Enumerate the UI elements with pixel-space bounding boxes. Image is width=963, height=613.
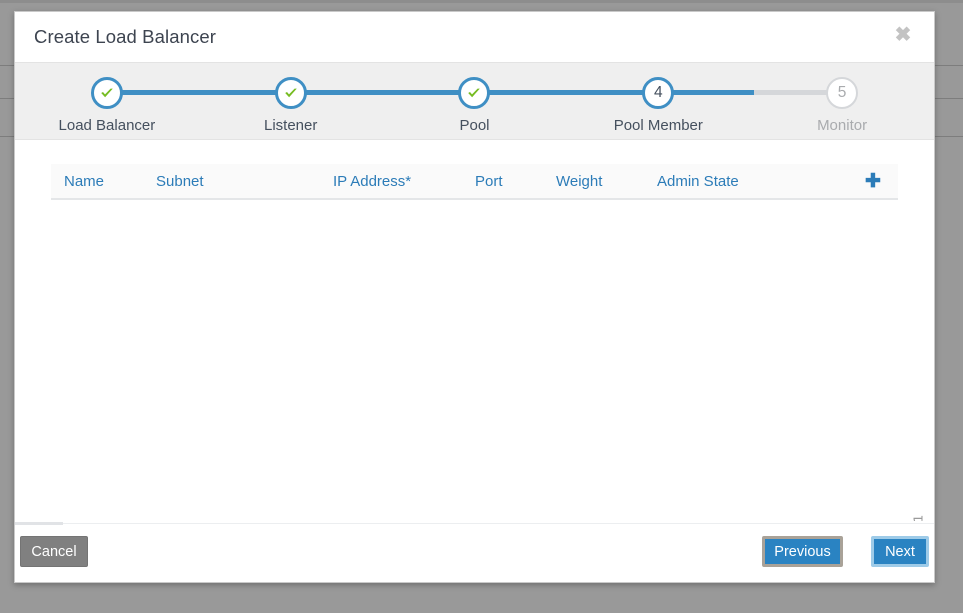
step-status-complete-icon	[274, 77, 307, 109]
wizard-step-label: Pool Member	[613, 117, 703, 134]
create-load-balancer-modal: Create Load Balancer ✖ Load Balancer Lis…	[14, 11, 935, 583]
column-header-weight[interactable]: Weight	[556, 173, 657, 190]
table-header-row: Name Subnet IP Address* Port Weight Admi…	[51, 164, 898, 200]
previous-button[interactable]: Previous	[762, 536, 843, 567]
column-header-admin-state[interactable]: Admin State	[657, 173, 807, 190]
check-icon	[468, 88, 481, 98]
wizard-step-bar: Load Balancer Listener Pool 4 Pool Membe…	[15, 62, 934, 140]
wizard-step-label: Monitor	[817, 117, 868, 134]
table-body	[51, 200, 898, 210]
check-icon	[101, 88, 113, 98]
column-header-port[interactable]: Port	[475, 173, 556, 190]
wizard-step-label: Load Balancer	[58, 117, 156, 134]
pool-member-table: Name Subnet IP Address* Port Weight Admi…	[51, 164, 898, 210]
column-header-subnet[interactable]: Subnet	[156, 173, 333, 190]
modal-body: Name Subnet IP Address* Port Weight Admi…	[15, 140, 934, 523]
wizard-steps: Load Balancer Listener Pool 4 Pool Membe…	[15, 63, 934, 141]
step-status-complete-icon	[458, 77, 491, 109]
add-row-plus-icon[interactable]: ✚	[807, 172, 898, 191]
wizard-step-monitor[interactable]: 5 Monitor	[750, 63, 934, 141]
wizard-step-label: Listener	[264, 117, 318, 134]
wizard-step-label: Pool	[459, 117, 490, 134]
wizard-step-load-balancer[interactable]: Load Balancer	[15, 63, 291, 141]
watermark-label: s007011	[911, 514, 926, 523]
modal-footer: Cancel Previous Next	[15, 522, 934, 582]
wizard-step-listener[interactable]: Listener	[199, 63, 475, 141]
step-status-complete-icon	[90, 77, 123, 109]
column-header-ip-address[interactable]: IP Address*	[333, 173, 475, 190]
footer-accent-bar	[15, 522, 63, 525]
step-number-badge: 5	[826, 77, 859, 109]
check-icon	[284, 88, 297, 98]
cancel-button[interactable]: Cancel	[20, 536, 88, 567]
step-number-badge: 4	[642, 77, 675, 109]
column-header-name[interactable]: Name	[51, 173, 156, 190]
modal-header: Create Load Balancer ✖	[15, 12, 934, 62]
next-button[interactable]: Next	[871, 536, 929, 567]
wizard-step-pool-member[interactable]: 4 Pool Member	[566, 63, 843, 141]
page-title: Create Load Balancer	[34, 26, 216, 47]
wizard-step-pool[interactable]: Pool	[383, 63, 659, 141]
close-icon[interactable]: ✖	[891, 23, 915, 47]
